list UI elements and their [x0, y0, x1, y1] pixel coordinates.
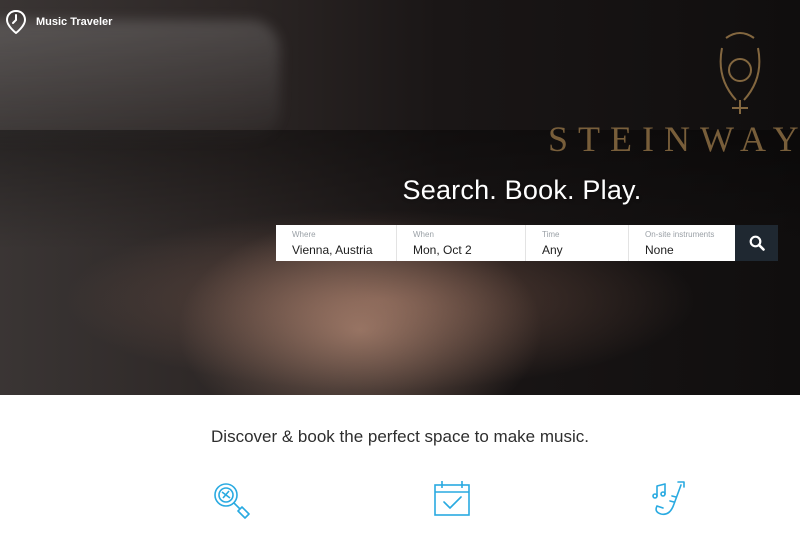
discover-title: Discover & book the perfect space to mak…	[211, 427, 589, 446]
saxophone-music-icon	[652, 481, 685, 516]
instruments-value: None	[645, 243, 674, 257]
time-label: Time	[542, 230, 560, 239]
brand-logo[interactable]: Music Traveler	[6, 10, 112, 34]
when-value: Mon, Oct 2	[413, 243, 472, 257]
time-field[interactable]: Time Any	[526, 225, 629, 261]
search-bar: Where Vienna, Austria When Mon, Oct 2 Ti…	[276, 225, 778, 261]
when-field[interactable]: When Mon, Oct 2	[397, 225, 526, 261]
calendar-check-icon	[434, 481, 470, 516]
instruments-field[interactable]: On-site instruments None	[629, 225, 735, 261]
time-value: Any	[542, 243, 563, 257]
instruments-label: On-site instruments	[645, 230, 715, 239]
where-value: Vienna, Austria	[292, 243, 373, 257]
where-label: Where	[292, 230, 316, 239]
magnifier-search-icon	[214, 483, 250, 519]
search-button[interactable]	[735, 225, 778, 261]
hero-tagline: Search. Book. Play.	[402, 175, 642, 205]
when-label: When	[413, 230, 434, 239]
piano-brand-text: STEINWAY &	[548, 119, 800, 159]
pin-clock-icon	[6, 10, 26, 34]
search-icon	[749, 235, 765, 251]
hero-banner: STEINWAY & Music Traveler Search. Book. …	[0, 0, 800, 395]
where-field[interactable]: Where Vienna, Austria	[276, 225, 397, 261]
hero-light-sheen	[0, 20, 280, 140]
brand-name: Music Traveler	[36, 16, 113, 28]
steinway-lyre-emblem	[719, 32, 761, 114]
